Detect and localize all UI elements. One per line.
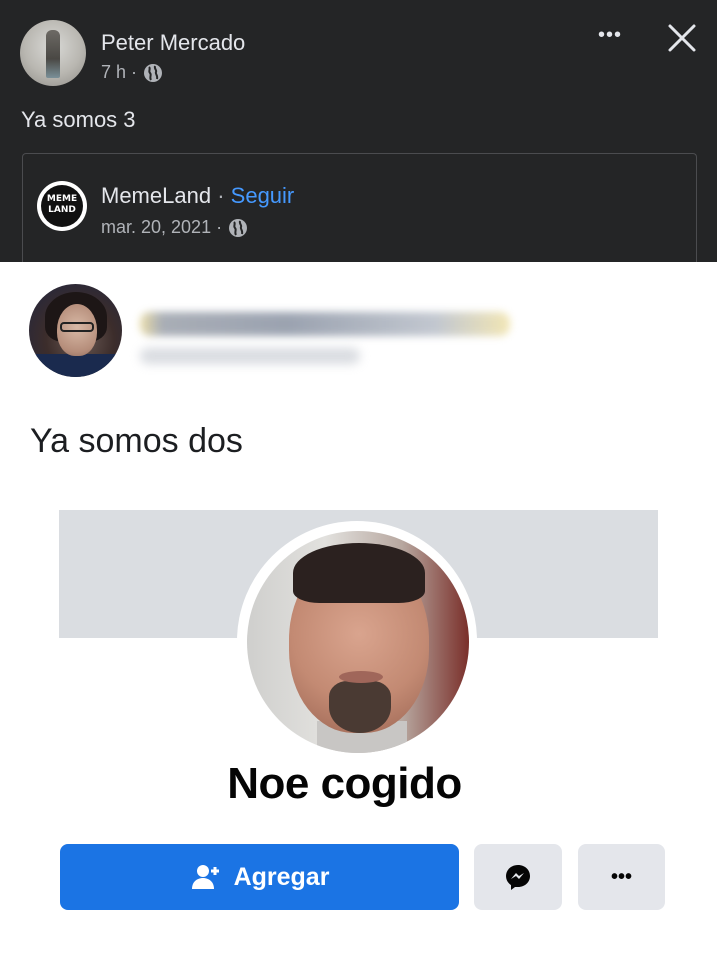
message-button	[474, 844, 562, 910]
post-header: Peter Mercado 7 h · ••• Ya somos 3 MEME …	[0, 0, 717, 283]
more-horizontal-icon[interactable]: •••	[593, 24, 627, 50]
follow-link[interactable]: Seguir	[231, 183, 295, 208]
more-options-button: •••	[578, 844, 665, 910]
page-name-link[interactable]: MemeLand	[101, 183, 211, 208]
blurred-author-name	[140, 312, 510, 336]
post-time[interactable]: 7 h ·	[101, 62, 137, 83]
add-friend-label: Agregar	[233, 862, 330, 891]
blurred-author-handle	[140, 348, 360, 364]
shared-date[interactable]: mar. 20, 2021 ·	[101, 217, 222, 238]
logo-text-bottom: LAND	[48, 205, 76, 215]
memeland-logo[interactable]: MEME LAND	[37, 181, 87, 231]
author-avatar[interactable]	[20, 20, 86, 86]
profile-photo	[247, 531, 469, 753]
more-dots-icon: •••	[610, 865, 632, 888]
author-name[interactable]: Peter Mercado	[101, 30, 245, 56]
meme-caption: Ya somos dos	[30, 422, 243, 460]
post-caption: Ya somos 3	[21, 107, 136, 132]
globe-icon	[144, 63, 163, 82]
profile-name: Noe cogido	[227, 759, 462, 808]
meme-author-avatar	[29, 284, 122, 377]
shared-page-meta: mar. 20, 2021 ·	[101, 217, 248, 238]
meme-image[interactable]: Ya somos dos Noe cogido Agregar •••	[0, 262, 717, 960]
separator-dot: ·	[217, 183, 225, 208]
post-timestamp: 7 h ·	[101, 62, 163, 83]
add-friend-button: Agregar	[60, 844, 459, 910]
add-user-icon	[191, 865, 219, 889]
close-icon[interactable]	[664, 20, 700, 56]
logo-text-top: MEME	[46, 194, 78, 204]
shared-page-title: MemeLand · Seguir	[101, 183, 294, 209]
globe-icon	[229, 218, 248, 237]
messenger-icon	[506, 865, 530, 890]
